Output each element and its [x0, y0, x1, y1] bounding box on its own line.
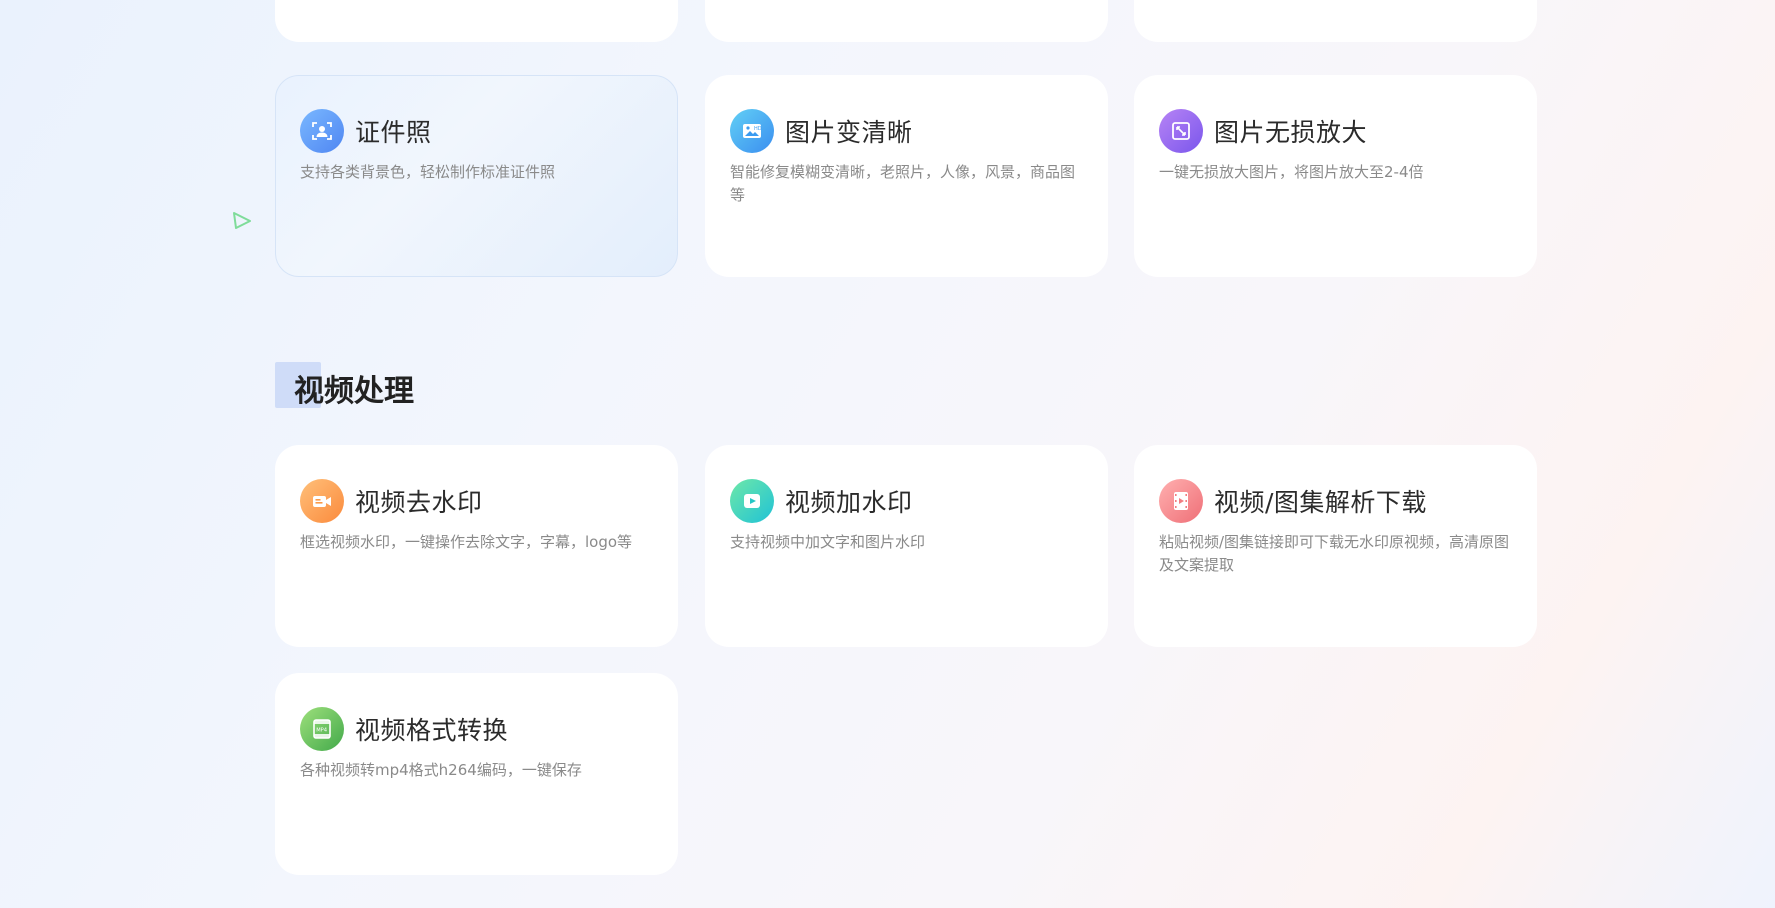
card-title: 图片无损放大 — [1214, 118, 1368, 147]
card-video-parse-download[interactable]: 视频/图集解析下载 粘贴视频/图集链接即可下载无水印原视频，高清原图及文案提取 — [1134, 445, 1537, 647]
card-image-enhance[interactable]: HD 图片变清晰 智能修复模糊变清晰，老照片，人像，风景，商品图等 — [705, 75, 1108, 277]
card-description: 各种视频转mp4格式h264编码，一键保存 — [300, 761, 582, 779]
hd-image-icon: HD — [730, 109, 774, 153]
svg-text:HD: HD — [754, 126, 762, 132]
section-title: 视频处理 — [294, 374, 414, 409]
card-title: 视频加水印 — [785, 488, 913, 517]
card-video-format-convert[interactable]: MP4 视频格式转换 各种视频转mp4格式h264编码，一键保存 — [275, 673, 678, 875]
top-card-1[interactable] — [275, 0, 678, 42]
card-id-photo[interactable]: 证件照 支持各类背景色，轻松制作标准证件照 — [275, 75, 678, 277]
expand-icon — [1159, 109, 1203, 153]
card-description: 框选视频水印，一键操作去除文字，字幕，logo等 — [300, 533, 633, 551]
mp4-film-icon: MP4 — [300, 707, 344, 751]
card-description: 粘贴视频/图集链接即可下载无水印原视频，高清原图及文案提取 — [1159, 533, 1510, 574]
card-image-upscale[interactable]: 图片无损放大 一键无损放大图片，将图片放大至2-4倍 — [1134, 75, 1537, 277]
video-camera-icon — [300, 479, 344, 523]
id-photo-icon — [300, 109, 344, 153]
svg-text:MP4: MP4 — [316, 728, 328, 734]
card-title: 证件照 — [355, 118, 432, 147]
card-description: 一键无损放大图片，将图片放大至2-4倍 — [1159, 163, 1424, 181]
top-card-2[interactable] — [705, 0, 1108, 42]
card-video-add-watermark[interactable]: 视频加水印 支持视频中加文字和图片水印 — [705, 445, 1108, 647]
video-play-icon — [730, 479, 774, 523]
card-description: 支持视频中加文字和图片水印 — [730, 533, 926, 551]
card-title: 图片变清晰 — [785, 118, 913, 147]
card-description: 智能修复模糊变清晰，老照片，人像，风景，商品图等 — [730, 163, 1076, 204]
card-title: 视频格式转换 — [355, 716, 509, 745]
triangle-decoration-icon — [233, 212, 251, 229]
card-video-remove-watermark[interactable]: 视频去水印 框选视频水印，一键操作去除文字，字幕，logo等 — [275, 445, 678, 647]
film-icon — [1159, 479, 1203, 523]
top-card-3[interactable] — [1134, 0, 1537, 42]
card-title: 视频/图集解析下载 — [1214, 488, 1427, 517]
card-title: 视频去水印 — [355, 488, 483, 517]
card-description: 支持各类背景色，轻松制作标准证件照 — [300, 163, 556, 181]
